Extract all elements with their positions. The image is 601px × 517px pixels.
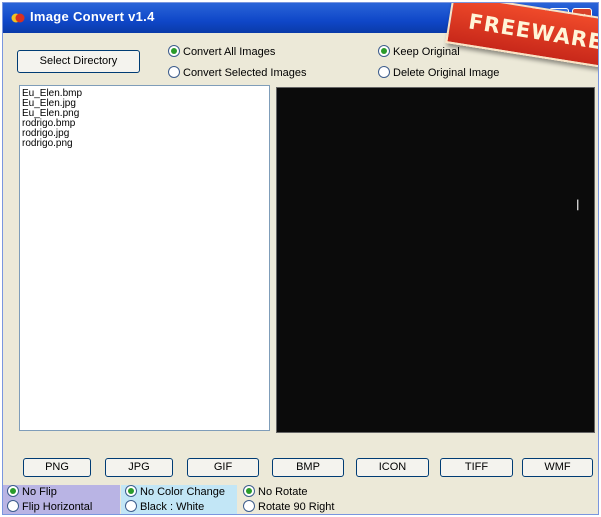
- list-item[interactable]: rodrigo.png: [22, 139, 267, 149]
- no-color-change-label: No Color Change: [140, 486, 225, 498]
- radio-dot: [125, 500, 137, 512]
- radio-dot: [125, 485, 137, 497]
- app-icon: [11, 13, 25, 23]
- radio-dot: [378, 45, 390, 57]
- no-color-change-radio[interactable]: No Color Change: [125, 485, 241, 500]
- radio-dot: [168, 66, 180, 78]
- radio-dot: [378, 66, 390, 78]
- radio-dot: [243, 500, 255, 512]
- black-white-label: Black : White: [140, 501, 205, 513]
- rotate-90-right-radio[interactable]: Rotate 90 Right: [243, 500, 383, 514]
- keep-original-radio[interactable]: Keep Original: [378, 45, 460, 58]
- no-rotate-label: No Rotate: [258, 486, 308, 498]
- cursor-icon: ┃: [575, 200, 581, 210]
- radio-dot: [7, 500, 19, 512]
- gif-button[interactable]: GIF: [187, 458, 259, 477]
- rotate-panel: No Rotate Rotate 90 Right: [239, 485, 379, 514]
- no-flip-label: No Flip: [22, 486, 57, 498]
- png-button[interactable]: PNG: [23, 458, 91, 477]
- flip-panel: No Flip Flip Horizontal: [3, 485, 120, 514]
- delete-original-radio[interactable]: Delete Original Image: [378, 66, 499, 79]
- keep-original-label: Keep Original: [393, 46, 460, 58]
- no-rotate-radio[interactable]: No Rotate: [243, 485, 383, 500]
- app-window: Image Convert v1.4 _ □ ✕ Select Director…: [2, 2, 599, 515]
- icon-button[interactable]: ICON: [356, 458, 429, 477]
- black-white-radio[interactable]: Black : White: [125, 500, 241, 514]
- radio-dot: [168, 45, 180, 57]
- convert-selected-label: Convert Selected Images: [183, 67, 307, 79]
- delete-original-label: Delete Original Image: [393, 67, 500, 79]
- convert-all-radio[interactable]: Convert All Images: [168, 45, 275, 58]
- flip-horizontal-radio[interactable]: Flip Horizontal: [7, 500, 124, 514]
- select-directory-button[interactable]: Select Directory: [17, 50, 140, 73]
- freeware-badge: FREEWARE: [445, 3, 598, 71]
- wmf-button[interactable]: WMF: [522, 458, 593, 477]
- radio-dot: [7, 485, 19, 497]
- file-list[interactable]: Eu_Elen.bmp Eu_Elen.jpg Eu_Elen.png rodr…: [19, 85, 270, 431]
- image-preview: ┃: [276, 87, 595, 433]
- no-flip-radio[interactable]: No Flip: [7, 485, 124, 500]
- window-title: Image Convert v1.4: [30, 9, 155, 24]
- radio-dot: [243, 485, 255, 497]
- bmp-button[interactable]: BMP: [272, 458, 344, 477]
- jpg-button[interactable]: JPG: [105, 458, 173, 477]
- flip-horizontal-label: Flip Horizontal: [22, 501, 93, 513]
- color-panel: No Color Change Black : White: [121, 485, 237, 514]
- convert-selected-radio[interactable]: Convert Selected Images: [168, 66, 307, 79]
- tiff-button[interactable]: TIFF: [440, 458, 513, 477]
- rotate-90-right-label: Rotate 90 Right: [258, 501, 335, 513]
- convert-all-label: Convert All Images: [183, 46, 276, 58]
